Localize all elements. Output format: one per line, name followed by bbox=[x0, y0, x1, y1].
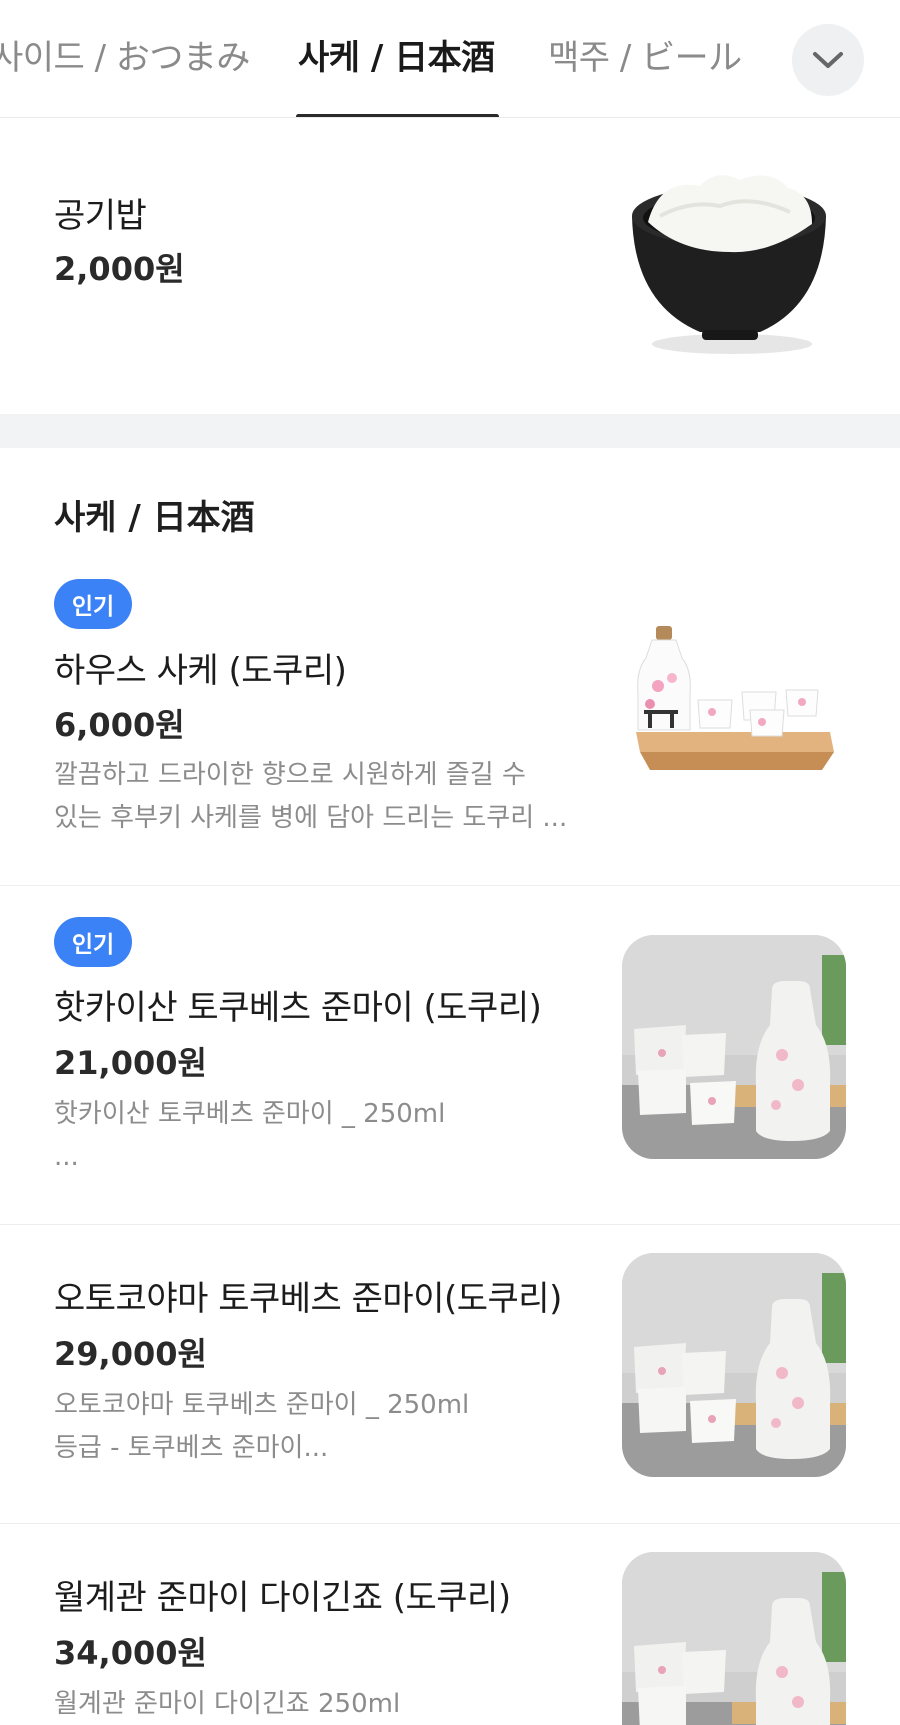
menu-item-hakkaisan[interactable]: 인기 핫카이산 토쿠베츠 준마이 (도쿠리) 21,000원 핫카이산 토쿠베츠… bbox=[0, 886, 900, 1224]
item-name: 핫카이산 토쿠베츠 준마이 (도쿠리) bbox=[54, 988, 542, 1028]
item-price: 21,000원 bbox=[54, 1044, 207, 1082]
tab-beer[interactable]: 맥주 / ビール bbox=[548, 30, 742, 79]
menu-item-rice[interactable]: 공기밥 2,000원 bbox=[0, 118, 900, 414]
item-name: 월계관 준마이 다이긴죠 (도쿠리) bbox=[54, 1578, 511, 1618]
popular-badge: 인기 bbox=[54, 579, 132, 629]
item-description: 월계관 준마이 다이긴죠 250ml bbox=[54, 1689, 401, 1719]
item-price: 2,000원 bbox=[54, 250, 185, 288]
item-price: 34,000원 bbox=[54, 1634, 207, 1672]
item-description: 깔끔하고 드라이한 향으로 시원하게 즐길 수 있는 후부키 사케를 병에 담아… bbox=[54, 760, 568, 833]
category-tab-bar: 사이드 / おつまみ 사케 / 日本酒 맥주 / ビール bbox=[0, 0, 900, 118]
item-name: 오토코야마 토쿠베츠 준마이(도쿠리) bbox=[54, 1279, 562, 1319]
item-image bbox=[622, 624, 842, 844]
section-separator bbox=[0, 414, 900, 448]
item-description: 핫카이산 토쿠베츠 준마이 _ 250ml ... bbox=[54, 1099, 446, 1172]
menu-item-house-sake[interactable]: 인기 하우스 사케 (도쿠리) 6,000원 깔끔하고 드라이한 향으로 시원하… bbox=[0, 560, 900, 885]
item-description: 오토코야마 토쿠베츠 준마이 _ 250ml 등급 - 토쿠베츠 준마이... bbox=[54, 1390, 470, 1463]
section-title: 사케 / 日本酒 bbox=[54, 498, 255, 538]
item-image bbox=[622, 935, 846, 1159]
popular-badge: 인기 bbox=[54, 917, 132, 967]
chevron-down-icon bbox=[813, 52, 843, 68]
item-price: 6,000원 bbox=[54, 706, 185, 744]
menu-item-gekkeikan[interactable]: 월계관 준마이 다이긴죠 (도쿠리) 34,000원 월계관 준마이 다이긴죠 … bbox=[0, 1524, 900, 1725]
item-image bbox=[622, 1552, 846, 1725]
item-name: 하우스 사케 (도쿠리) bbox=[54, 651, 347, 691]
item-image bbox=[622, 1253, 846, 1477]
expand-tabs-button[interactable] bbox=[792, 24, 864, 96]
tab-side[interactable]: 사이드 / おつまみ bbox=[0, 30, 250, 79]
item-price: 29,000원 bbox=[54, 1335, 207, 1373]
tab-sake[interactable]: 사케 / 日本酒 bbox=[298, 30, 495, 79]
menu-item-otokoyama[interactable]: 오토코야마 토쿠베츠 준마이(도쿠리) 29,000원 오토코야마 토쿠베츠 준… bbox=[0, 1225, 900, 1523]
item-name: 공기밥 bbox=[54, 196, 147, 236]
item-image bbox=[620, 154, 840, 374]
